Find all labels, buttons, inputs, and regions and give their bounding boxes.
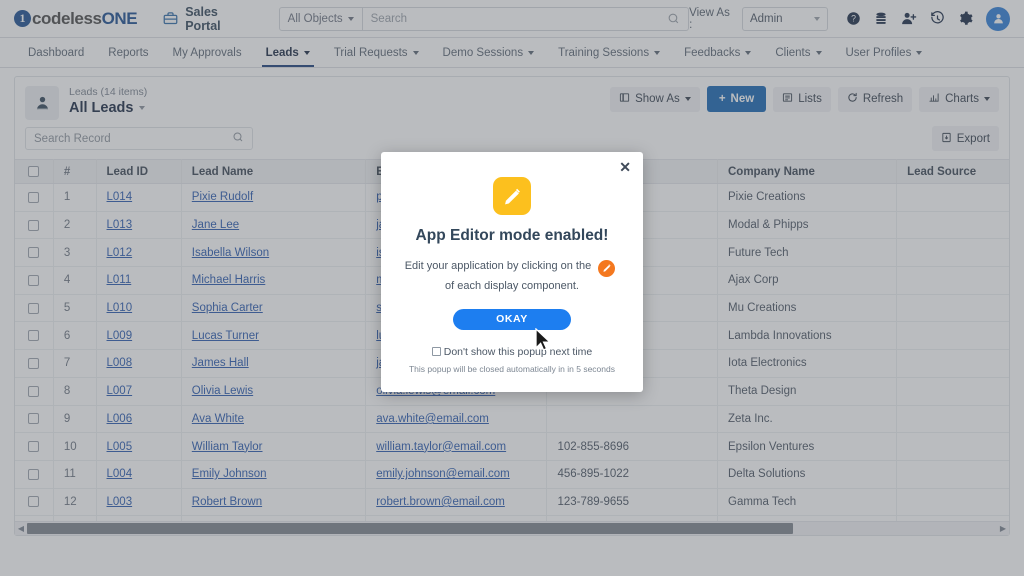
- dont-show-row: Don't show this popup next time: [403, 346, 621, 358]
- app-editor-modal: ✕ App Editor mode enabled! Edit your app…: [381, 152, 643, 392]
- okay-button[interactable]: OKAY: [453, 308, 571, 330]
- close-icon[interactable]: ✕: [619, 160, 631, 174]
- auto-close-note: This popup will be closed automatically …: [408, 363, 615, 374]
- modal-body: Edit your application by clicking on the…: [403, 257, 621, 296]
- modal-title: App Editor mode enabled!: [415, 227, 609, 244]
- dont-show-checkbox[interactable]: [431, 347, 441, 356]
- modal-body-before: Edit your application by clicking on the: [404, 260, 592, 272]
- modal-body-after: of each display component.: [445, 279, 579, 292]
- pencil-icon: [493, 177, 531, 215]
- pencil-circle-icon: [598, 259, 616, 277]
- dont-show-label: Don't show this popup next time: [443, 345, 593, 358]
- app-root: 1 codelessONE Sales Portal All Objects V…: [0, 0, 1024, 576]
